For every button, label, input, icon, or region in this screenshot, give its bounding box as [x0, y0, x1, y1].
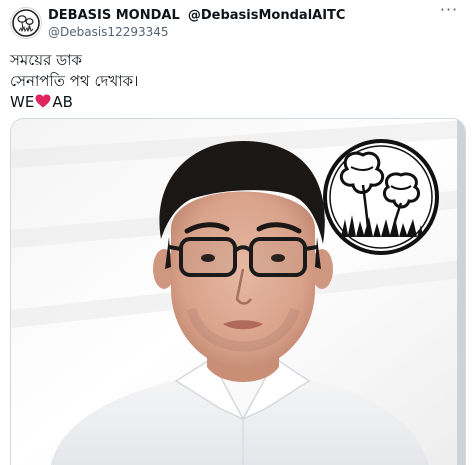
profile-avatar[interactable]: [10, 7, 42, 39]
text-we: WE: [10, 93, 35, 111]
text-ab: AB: [52, 93, 73, 111]
twin-flowers-avatar-icon: [12, 9, 40, 37]
tweet-text-line-1: সময়ের ডাক: [10, 51, 83, 69]
user-handle[interactable]: @Debasis12293345: [48, 25, 169, 39]
display-name-handle[interactable]: @DebasisMondalAITC: [188, 8, 346, 23]
more-options-icon[interactable]: ···: [438, 2, 460, 20]
tweet-media-image[interactable]: [10, 118, 466, 465]
tweet-text-line-2: সেনাপতি পথ দেখাক।: [10, 72, 139, 90]
twin-flowers-grass-logo: [323, 139, 439, 255]
author-name-line[interactable]: DEBASIS MONDAL @DebasisMondalAITC: [48, 8, 345, 24]
red-heart-icon: [35, 94, 51, 108]
display-name[interactable]: DEBASIS MONDAL: [48, 8, 180, 23]
tweet-card[interactable]: DEBASIS MONDAL @DebasisMondalAITC @Debas…: [0, 0, 474, 465]
tweet-text-line-3: WE AB: [10, 92, 138, 113]
portrait-photo: [11, 119, 465, 465]
tweet-text: সময়ের ডাক সেনাপতি পথ দেখাক। WE AB: [10, 50, 138, 113]
